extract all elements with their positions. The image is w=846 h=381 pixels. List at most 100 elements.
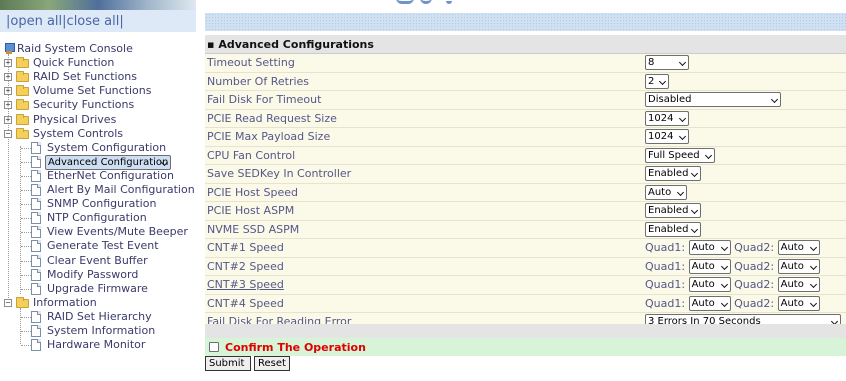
page-icon [31,268,41,281]
collapse-minus-icon[interactable]: − [4,129,12,138]
table-footer-spacer [205,324,846,338]
page-icon [31,141,41,154]
table-title: ▪ Advanced Configurations [205,35,846,54]
open-folder-icon [16,296,29,308]
main-pane: ▪ Advanced Configurations Timeout Settin… [196,0,846,381]
sidebar-item-advanced-configuration[interactable]: Advanced Configuration [4,154,196,170]
banner-image [0,0,196,10]
cnt1-quad1-select[interactable]: Auto [688,240,731,256]
tree-group-volume-set-functions[interactable]: + Volume Set Functions [4,84,196,98]
tree-group-physical-drives[interactable]: + Physical Drives [4,113,196,127]
page-icon [31,198,41,211]
tree-group-security-functions[interactable]: + Security Functions [4,98,196,112]
save-sedkey-select[interactable]: Enabled [645,166,701,182]
cnt3-quad1-select[interactable]: Auto [688,277,731,293]
config-row-nvme-ssd-aspm: NVME SSD ASPM Enabled [205,220,846,239]
folder-icon [16,113,29,125]
tree-connector [21,232,31,234]
cnt3-quad2-select[interactable]: Auto [777,277,820,293]
tree-connector [21,161,31,163]
tree-connector [21,175,31,177]
collapse-minus-icon[interactable]: − [4,298,12,307]
config-label: PCIE Host ASPM [205,201,643,221]
sidebar-item-view-events[interactable]: View Events/Mute Beeper [4,225,196,239]
page-icon [31,226,41,239]
reset-button[interactable]: Reset [254,356,290,371]
sidebar-item-label-selected: Advanced Configuration [45,154,172,170]
config-row-cnt4-speed: CNT#4 Speed Quad1: Auto Quad2: Auto [205,294,846,313]
sidebar-item-modify-password[interactable]: Modify Password [4,268,196,282]
sidebar-item-label: SNMP Configuration [47,197,157,211]
sidebar-item-system-information[interactable]: System Information [4,324,196,338]
config-row-pcie-read-request: PCIE Read Request Size 1024 [205,109,846,128]
sidebar-item-upgrade-firmware[interactable]: Upgrade Firmware [4,282,196,296]
tree-connector [21,288,31,290]
config-label: CNT#3 Speed [205,275,643,295]
open-folder-icon [16,127,29,139]
folder-icon [16,99,29,111]
page-icon [31,169,41,182]
submit-button[interactable]: Submit [205,356,251,371]
tree-connector [21,316,31,318]
nvme-ssd-aspm-select[interactable]: Enabled [645,221,701,237]
expand-plus-icon[interactable]: + [4,87,12,96]
tree-toggle-bar: |open all|close all| [0,10,196,32]
cnt4-quad1-select[interactable]: Auto [688,295,731,311]
sidebar-item-hardware-monitor[interactable]: Hardware Monitor [4,338,196,352]
tree-group-quick-function[interactable]: + Quick Function [4,56,196,70]
sidebar-item-raid-set-hierarchy[interactable]: RAID Set Hierarchy [4,310,196,324]
config-label: Save SEDKey In Controller [205,164,643,184]
cpu-fan-control-select[interactable]: Full Speed [645,147,715,163]
tree-group-system-controls[interactable]: − System Controls [4,127,196,141]
pcie-max-payload-select[interactable]: 1024 [645,129,689,145]
fail-disk-timeout-select[interactable]: Disabled [645,92,781,108]
confirm-checkbox[interactable] [209,342,219,352]
sidebar-item-alert-by-mail[interactable]: Alert By Mail Configuration [4,183,196,197]
sidebar-item-label: Upgrade Firmware [47,281,148,295]
page-icon [31,155,41,168]
sidebar-item-label: Hardware Monitor [47,338,146,352]
confirm-label: Confirm The Operation [225,341,366,354]
close-all-link[interactable]: close all [67,14,120,29]
sidebar-item-system-configuration[interactable]: System Configuration [4,141,196,155]
tree-root[interactable]: Raid System Console [4,42,196,56]
tree-connector [21,218,31,220]
config-row-save-sedkey: Save SEDKey In Controller Enabled [205,164,846,184]
logo-stroke [396,0,414,4]
pcie-host-aspm-select[interactable]: Enabled [645,203,701,219]
sidebar-item-label: Modify Password [47,267,139,281]
pcie-host-speed-select[interactable]: Auto [645,184,687,200]
sidebar-item-ethernet-configuration[interactable]: EtherNet Configuration [4,169,196,183]
sidebar-item-ntp-configuration[interactable]: NTP Configuration [4,211,196,225]
sidebar-item-clear-event-buffer[interactable]: Clear Event Buffer [4,254,196,268]
cnt2-quad2-select[interactable]: Auto [777,258,820,274]
expand-plus-icon[interactable]: + [4,73,12,82]
tree-group-raid-set-functions[interactable]: + RAID Set Functions [4,70,196,84]
expand-plus-icon[interactable]: + [4,59,12,68]
sidebar-item-label: NTP Configuration [47,211,147,225]
open-all-link[interactable]: open all [10,14,62,29]
sidebar-item-snmp-configuration[interactable]: SNMP Configuration [4,197,196,211]
folder-icon [16,71,29,83]
tree-group-information[interactable]: − Information [4,296,196,310]
server-icon [4,43,15,55]
config-row-cnt2-speed: CNT#2 Speed Quad1: Auto Quad2: Auto [205,257,846,276]
expand-plus-icon[interactable]: + [4,115,12,124]
sidebar-item-generate-test-event[interactable]: Generate Test Event [4,239,196,253]
number-of-retries-select[interactable]: 2 [645,73,669,89]
tree-root-label: Raid System Console [17,42,133,55]
config-label: CNT#1 Speed [205,238,643,258]
tree-group-label: Security Functions [33,98,135,112]
tree-connector [21,204,31,206]
separator: | [119,14,124,29]
cnt2-quad1-select[interactable]: Auto [688,258,731,274]
expand-plus-icon[interactable]: + [4,101,12,110]
cnt4-quad2-select[interactable]: Auto [777,295,820,311]
cnt1-quad2-select[interactable]: Auto [777,240,820,256]
config-row-pcie-max-payload: PCIE Max Payload Size 1024 [205,127,846,147]
page-icon [31,212,41,225]
quad2-label: Quad2: [734,241,775,255]
logo-stroke [446,0,452,4]
pcie-read-request-select[interactable]: 1024 [645,110,689,126]
timeout-setting-select[interactable]: 8 [645,55,689,71]
